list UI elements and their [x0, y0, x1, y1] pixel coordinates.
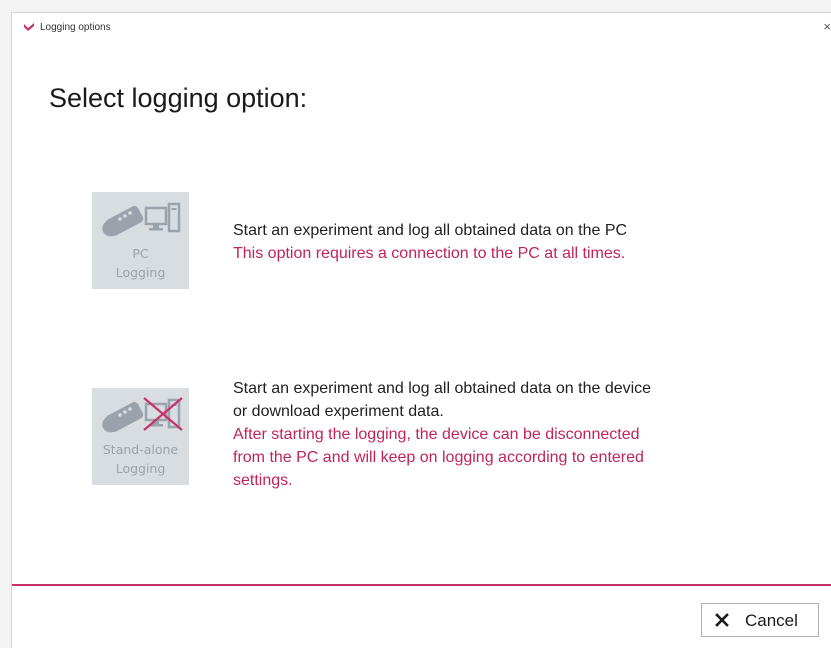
pc-logging-tile-label-2: Logging: [115, 265, 166, 280]
page-title: Select logging option:: [49, 83, 308, 113]
standalone-warning-line-1: After starting the logging, the device c…: [233, 426, 640, 443]
standalone-warning-line-3: settings.: [233, 472, 293, 489]
standalone-desc-line-2: or download experiment data.: [233, 403, 444, 420]
standalone-logging-tile-label-1: Stand-alone: [102, 442, 179, 457]
logging-options-dialog: Logging options × Select logging option:…: [11, 12, 831, 648]
window-title: Logging options: [40, 22, 111, 33]
device-standalone-icon: [102, 397, 183, 433]
standalone-logging-description: Start an experiment and log all obtained…: [233, 377, 651, 492]
device-to-pc-icon: [102, 202, 181, 237]
standalone-logging-tile-label-2: Logging: [115, 461, 166, 476]
pc-logging-description: Start an experiment and log all obtained…: [233, 219, 627, 265]
pc-logging-warning-line: This option requires a connection to the…: [233, 245, 626, 262]
pc-logging-tile-label-1: PC: [132, 246, 149, 261]
close-icon: ×: [823, 19, 831, 34]
standalone-warning-line-2: from the PC and will keep on logging acc…: [233, 449, 644, 466]
cancel-button[interactable]: Cancel: [701, 603, 819, 637]
pc-logging-button[interactable]: PC Logging: [92, 192, 189, 289]
cancel-button-label: Cancel: [745, 611, 798, 630]
app-logo-icon: [24, 23, 34, 31]
footer-divider: [12, 584, 831, 586]
standalone-logging-button[interactable]: Stand-alone Logging: [92, 388, 189, 485]
title-bar: Logging options ×: [12, 13, 831, 43]
close-x-icon: [715, 613, 729, 627]
pc-logging-desc-line: Start an experiment and log all obtained…: [233, 222, 628, 239]
close-window-button[interactable]: ×: [817, 19, 831, 35]
standalone-desc-line-1: Start an experiment and log all obtained…: [233, 380, 652, 397]
